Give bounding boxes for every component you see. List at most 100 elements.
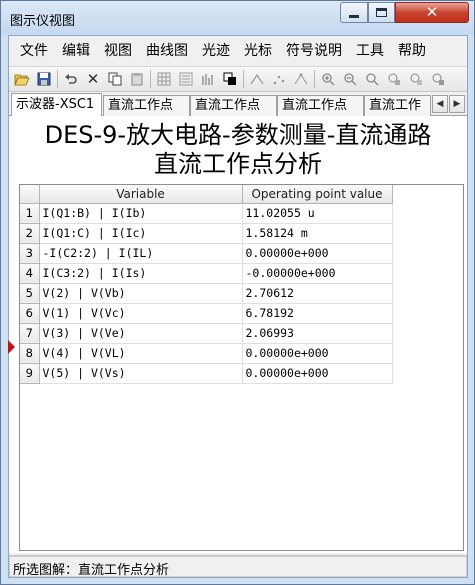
row-number: 5 bbox=[20, 283, 40, 304]
print-icon[interactable] bbox=[427, 68, 449, 90]
value-cell: 2.70612 bbox=[242, 283, 393, 304]
open-folder-icon[interactable] bbox=[11, 68, 33, 90]
results-table: Variable Operating point value 1 I(Q1:B) … bbox=[20, 185, 393, 384]
paste-icon[interactable] bbox=[126, 68, 148, 90]
overlay-icon[interactable] bbox=[219, 68, 241, 90]
menu-graph[interactable]: 曲线图 bbox=[139, 40, 195, 62]
value-cell: 0.00000e+000 bbox=[242, 343, 393, 364]
value-cell: 1.58124 m bbox=[242, 223, 393, 244]
results-grid[interactable]: Variable Operating point value 1 I(Q1:B) … bbox=[19, 184, 464, 551]
zoom-fit-icon[interactable] bbox=[361, 68, 383, 90]
table-row[interactable]: 5 V(2) | V(Vb) 2.70612 bbox=[20, 283, 393, 304]
undo-icon[interactable] bbox=[60, 68, 82, 90]
cursor-icon[interactable] bbox=[268, 68, 290, 90]
variable-cell: V(2) | V(Vb) bbox=[39, 283, 243, 304]
table-row[interactable]: 2 I(Q1:C) | I(Ic) 1.58124 m bbox=[20, 223, 393, 244]
graph-panel: DES-9-放大电路-参数测量-直流通路 直流工作点分析 Variable Op… bbox=[9, 116, 467, 553]
maximize-button[interactable] bbox=[368, 2, 395, 23]
table-row[interactable]: 4 I(C3:2) | I(Is) -0.00000e+000 bbox=[20, 263, 393, 284]
copy-icon[interactable] bbox=[104, 68, 126, 90]
tab-dc-op-3[interactable]: 直流工作点 bbox=[277, 95, 364, 116]
value-cell: 0.00000e+000 bbox=[242, 243, 393, 264]
row-number: 9 bbox=[20, 363, 40, 384]
menu-file[interactable]: 文件 bbox=[13, 40, 55, 62]
graph-subtitle: 直流工作点分析 bbox=[154, 150, 322, 178]
tab-scroll-left-icon[interactable]: ◀ bbox=[432, 95, 448, 113]
row-number: 1 bbox=[20, 203, 40, 224]
grapher-window: 图示仪视图 ✕ 文件 编辑 视图 曲线图 光迹 光标 符号说明 工具 帮助 ✕ … bbox=[0, 0, 475, 585]
menu-bar: 文件 编辑 视图 曲线图 光迹 光标 符号说明 工具 帮助 bbox=[9, 36, 467, 66]
menu-cursor[interactable]: 光标 bbox=[237, 40, 279, 62]
title-bar[interactable]: 图示仪视图 ✕ bbox=[1, 1, 474, 35]
menu-trace[interactable]: 光迹 bbox=[195, 40, 237, 62]
variable-cell: I(Q1:B) | I(Ib) bbox=[39, 203, 243, 224]
table-row[interactable]: 3 -I(C2:2) | I(IL) 0.00000e+000 bbox=[20, 243, 393, 264]
variable-cell: V(3) | V(Ve) bbox=[39, 323, 243, 344]
bar-chart-icon[interactable] bbox=[197, 68, 219, 90]
table-row[interactable]: 7 V(3) | V(Ve) 2.06993 bbox=[20, 323, 393, 344]
variable-cell: V(4) | V(VL) bbox=[39, 343, 243, 364]
tab-oscilloscope[interactable]: 示波器-XSC1 bbox=[11, 93, 102, 117]
zoom-in-icon[interactable] bbox=[317, 68, 339, 90]
table-row[interactable]: 1 I(Q1:B) | I(Ib) 11.02055 u bbox=[20, 203, 393, 224]
maximize-icon bbox=[376, 8, 387, 17]
window-title: 图示仪视图 bbox=[10, 14, 76, 29]
menu-edit[interactable]: 编辑 bbox=[55, 40, 97, 62]
value-cell: 2.06993 bbox=[242, 323, 393, 344]
toolbar-separator bbox=[243, 70, 244, 88]
selection-marker-icon bbox=[8, 340, 15, 354]
status-text: 所选图解：直流工作点分析 bbox=[13, 563, 170, 578]
toolbar-separator bbox=[314, 70, 315, 88]
legend-icon[interactable] bbox=[175, 68, 197, 90]
minimize-button[interactable] bbox=[340, 2, 368, 23]
value-cell: 0.00000e+000 bbox=[242, 363, 393, 384]
save-icon[interactable] bbox=[33, 68, 55, 90]
table-header-row: Variable Operating point value bbox=[20, 185, 393, 204]
export-icon[interactable] bbox=[383, 68, 405, 90]
tab-dc-op-1[interactable]: 直流工作点 bbox=[103, 95, 190, 116]
toolbar: ✕ bbox=[9, 66, 467, 92]
table-row[interactable]: 9 V(5) | V(Vs) 0.00000e+000 bbox=[20, 363, 393, 384]
client-area: 文件 编辑 视图 曲线图 光迹 光标 符号说明 工具 帮助 ✕ 示波器-XSC1… bbox=[8, 35, 468, 578]
toolbar-separator bbox=[150, 70, 151, 88]
tab-dc-op-4[interactable]: 直流工作 bbox=[364, 95, 431, 116]
minimize-icon bbox=[349, 14, 359, 18]
variable-cell: -I(C2:2) | I(IL) bbox=[39, 243, 243, 264]
menu-legend[interactable]: 符号说明 bbox=[279, 40, 349, 62]
tab-scroll-right-icon[interactable]: ▶ bbox=[449, 95, 465, 113]
table-row[interactable]: 8 V(4) | V(VL) 0.00000e+000 bbox=[20, 343, 393, 364]
menu-tools[interactable]: 工具 bbox=[349, 40, 391, 62]
table-corner[interactable] bbox=[20, 185, 40, 204]
toolbar-separator bbox=[57, 70, 58, 88]
grid-icon[interactable] bbox=[153, 68, 175, 90]
value-cell: 6.78192 bbox=[242, 303, 393, 324]
close-button[interactable]: ✕ bbox=[395, 2, 469, 23]
value-cell: 11.02055 u bbox=[242, 203, 393, 224]
column-header-value[interactable]: Operating point value bbox=[242, 185, 393, 204]
trace-icon[interactable] bbox=[246, 68, 268, 90]
cursor-pair-icon[interactable] bbox=[290, 68, 312, 90]
variable-cell: V(1) | V(Vc) bbox=[39, 303, 243, 324]
variable-cell: I(C3:2) | I(Is) bbox=[39, 263, 243, 284]
variable-cell: I(Q1:C) | I(Ic) bbox=[39, 223, 243, 244]
variable-cell: V(5) | V(Vs) bbox=[39, 363, 243, 384]
page-tab-bar: 示波器-XSC1 直流工作点 直流工作点 直流工作点 直流工作 ◀ ▶ bbox=[9, 93, 467, 117]
row-number: 7 bbox=[20, 323, 40, 344]
status-bar: 所选图解：直流工作点分析 bbox=[9, 555, 467, 578]
column-header-variable[interactable]: Variable bbox=[39, 185, 243, 204]
menu-view[interactable]: 视图 bbox=[97, 40, 139, 62]
zoom-out-icon[interactable] bbox=[339, 68, 361, 90]
row-number: 4 bbox=[20, 263, 40, 284]
table-row[interactable]: 6 V(1) | V(Vc) 6.78192 bbox=[20, 303, 393, 324]
tab-dc-op-2[interactable]: 直流工作点 bbox=[190, 95, 277, 116]
menu-help[interactable]: 帮助 bbox=[391, 40, 433, 62]
graph-title: DES-9-放大电路-参数测量-直流通路 bbox=[44, 121, 432, 149]
row-number: 2 bbox=[20, 223, 40, 244]
delete-icon[interactable]: ✕ bbox=[82, 68, 104, 90]
export-alt-icon[interactable] bbox=[405, 68, 427, 90]
row-number: 6 bbox=[20, 303, 40, 324]
row-number: 8 bbox=[20, 343, 40, 364]
row-number: 3 bbox=[20, 243, 40, 264]
close-icon: ✕ bbox=[425, 3, 439, 21]
value-cell: -0.00000e+000 bbox=[242, 263, 393, 284]
